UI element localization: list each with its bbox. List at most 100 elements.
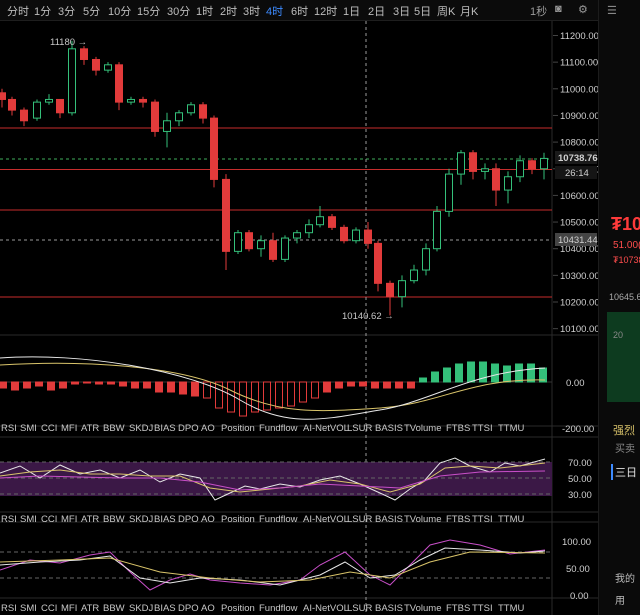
- indicator-tab-ftbs[interactable]: FTBS: [446, 423, 470, 434]
- indicator-tab-ai-netvol[interactable]: AI-NetVOL: [303, 514, 349, 525]
- indicator-tab-ttsi[interactable]: TTSI: [472, 423, 493, 434]
- timeframe-7[interactable]: 1时: [196, 3, 213, 19]
- timeframe-12[interactable]: 12时: [314, 3, 337, 19]
- rsi-axis-100: 100.00: [562, 537, 591, 548]
- timeframe-15[interactable]: 3日: [393, 3, 410, 19]
- indicator-tab-fundflow[interactable]: Fundflow: [259, 514, 298, 525]
- indicator-tab-basis[interactable]: BASIS: [375, 603, 403, 614]
- indicator-tab-cci[interactable]: CCI: [41, 423, 57, 434]
- timeframe-16[interactable]: 5日: [414, 3, 431, 19]
- macd-histogram-bar: [83, 381, 91, 384]
- indicator-tab-bbw[interactable]: BBW: [103, 603, 125, 614]
- timeframe-0[interactable]: 分时: [7, 3, 29, 19]
- indicator-tab-ai-netvol[interactable]: AI-NetVOL: [303, 603, 349, 614]
- indicator-tab-mfi[interactable]: MFI: [61, 423, 77, 434]
- macd-histogram-bar: [311, 381, 319, 399]
- indicator-tab-mfi[interactable]: MFI: [61, 514, 77, 525]
- indicator-tab-smi[interactable]: SMI: [20, 514, 37, 525]
- candle-down: [20, 109, 28, 122]
- indicator-tab-bias[interactable]: BIAS: [154, 603, 176, 614]
- indicator-tab-smi[interactable]: SMI: [20, 603, 37, 614]
- indicator-tab-skdj[interactable]: SKDJ: [129, 514, 154, 525]
- indicator-tab-tvolume[interactable]: TVolume: [404, 603, 442, 614]
- timeframe-18[interactable]: 月K: [460, 3, 478, 19]
- timeframe-3[interactable]: 5分: [83, 3, 100, 19]
- indicator-tab-bbw[interactable]: BBW: [103, 514, 125, 525]
- indicator-tab-rsi[interactable]: RSI: [1, 423, 17, 434]
- candle-down: [92, 58, 100, 71]
- indicator-tab-ttsi[interactable]: TTSI: [472, 514, 493, 525]
- indicator-tab-atr[interactable]: ATR: [81, 603, 99, 614]
- indicator-tab-rsi[interactable]: RSI: [1, 514, 17, 525]
- indicator-tab-dpo[interactable]: DPO: [178, 514, 199, 525]
- indicator-tab-tvolume[interactable]: TVolume: [404, 514, 442, 525]
- indicator-tab-tvolume[interactable]: TVolume: [404, 423, 442, 434]
- timeframe-2[interactable]: 3分: [58, 3, 75, 19]
- indicator-tab-atr[interactable]: ATR: [81, 514, 99, 525]
- indicator-tab-ftbs[interactable]: FTBS: [446, 603, 470, 614]
- macd-axis-zero: 0.00: [566, 378, 585, 389]
- indicator-tab-dpo[interactable]: DPO: [178, 423, 199, 434]
- macd-histogram-bar: [287, 381, 295, 407]
- indicator-tab-position[interactable]: Position: [221, 514, 255, 525]
- timeframe-10[interactable]: 4时: [266, 3, 283, 19]
- settings-icon[interactable]: ⚙: [578, 3, 588, 16]
- macd-histogram-bar: [263, 381, 271, 411]
- candle-down: [386, 282, 394, 298]
- candle-down: [0, 92, 6, 100]
- panel-pct: 51.00(: [613, 240, 640, 251]
- timeframe-13[interactable]: 1日: [343, 3, 360, 19]
- candle-down: [364, 229, 372, 244]
- indicator-tab-skdj[interactable]: SKDJ: [129, 423, 154, 434]
- indicator-tab-smi[interactable]: SMI: [20, 423, 37, 434]
- candlestick-chart[interactable]: 11200.00 11100.00 11000.00 10900.00 10800.00…: [0, 21, 598, 615]
- indicator-tab-cci[interactable]: CCI: [41, 603, 57, 614]
- indicator-tab-cci[interactable]: CCI: [41, 514, 57, 525]
- macd-histogram-bar: [71, 381, 79, 385]
- indicator-tab-basis[interactable]: BASIS: [375, 423, 403, 434]
- indicator-tab-atr[interactable]: ATR: [81, 423, 99, 434]
- indicator-tab-fundflow[interactable]: Fundflow: [259, 603, 298, 614]
- camera-icon[interactable]: ◙: [555, 3, 562, 15]
- timeframe-4[interactable]: 10分: [108, 3, 131, 19]
- candle-up: [305, 224, 313, 234]
- indicator-tab-bias[interactable]: BIAS: [154, 423, 176, 434]
- indicator-tab-bbw[interactable]: BBW: [103, 423, 125, 434]
- indicator-tab-dpo[interactable]: DPO: [178, 603, 199, 614]
- indicator-tab-mfi[interactable]: MFI: [61, 603, 77, 614]
- candle-up: [257, 240, 265, 250]
- timeframe-11[interactable]: 6时: [291, 3, 308, 19]
- indicator-tab-basis[interactable]: BASIS: [375, 514, 403, 525]
- indicator-tab-skdj[interactable]: SKDJ: [129, 603, 154, 614]
- indicator-tab-ftbs[interactable]: FTBS: [446, 514, 470, 525]
- indicator-tab-ai-netvol[interactable]: AI-NetVOL: [303, 423, 349, 434]
- indicator-tab-ao[interactable]: AO: [201, 603, 215, 614]
- macd-histogram-bar: [371, 381, 379, 389]
- candle-up: [187, 104, 195, 114]
- refresh-interval-label[interactable]: 1秒: [530, 3, 547, 19]
- indicator-tab-rsi[interactable]: RSI: [1, 603, 17, 614]
- indicator-tab-position[interactable]: Position: [221, 603, 255, 614]
- candle-up: [33, 101, 41, 119]
- indicator-tab-lsur[interactable]: LSUR: [347, 514, 372, 525]
- indicator-tab-lsur[interactable]: LSUR: [347, 423, 372, 434]
- timeframe-17[interactable]: 周K: [437, 3, 455, 19]
- indicator-tab-ttsi[interactable]: TTSI: [472, 603, 493, 614]
- timeframe-5[interactable]: 15分: [137, 3, 160, 19]
- timeframe-14[interactable]: 2日: [368, 3, 385, 19]
- indicator-tab-bias[interactable]: BIAS: [154, 514, 176, 525]
- indicator-tab-ttmu[interactable]: TTMU: [498, 603, 525, 614]
- price-tick-label: 10100.00: [560, 324, 598, 335]
- timeframe-8[interactable]: 2时: [220, 3, 237, 19]
- indicator-tab-ttmu[interactable]: TTMU: [498, 423, 525, 434]
- indicator-tab-ao[interactable]: AO: [201, 514, 215, 525]
- indicator-tab-lsur[interactable]: LSUR: [347, 603, 372, 614]
- timeframe-1[interactable]: 1分: [34, 3, 51, 19]
- indicator-tab-ao[interactable]: AO: [201, 423, 215, 434]
- indicator-tab-position[interactable]: Position: [221, 423, 255, 434]
- panel-level: 10645.6: [609, 292, 640, 302]
- indicator-tab-ttmu[interactable]: TTMU: [498, 514, 525, 525]
- timeframe-9[interactable]: 3时: [243, 3, 260, 19]
- indicator-tab-fundflow[interactable]: Fundflow: [259, 423, 298, 434]
- timeframe-6[interactable]: 30分: [167, 3, 190, 19]
